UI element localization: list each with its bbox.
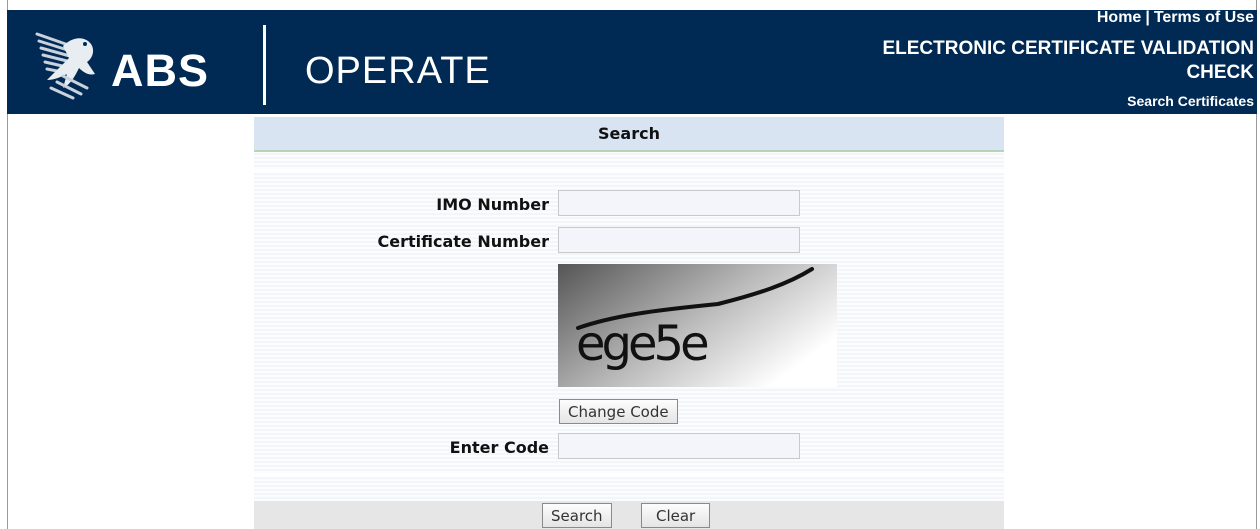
link-separator: | xyxy=(1145,9,1150,26)
search-button[interactable]: Search xyxy=(542,503,612,528)
certificate-number-input[interactable] xyxy=(558,227,800,253)
panel-spacer xyxy=(254,169,1004,173)
enter-code-input[interactable] xyxy=(558,433,800,459)
clear-button[interactable]: Clear xyxy=(641,503,711,528)
application-title-line1: ELECTRONIC CERTIFICATE VALIDATION xyxy=(882,38,1254,59)
imo-number-input[interactable] xyxy=(558,190,800,216)
abs-logo-text: ABS xyxy=(111,45,210,96)
captcha-text: ege5e xyxy=(576,316,707,372)
eagle-emblem-icon xyxy=(35,32,95,100)
site-header: ABS OPERATE Home | Terms of Use ELECTRONIC… xyxy=(7,9,1257,114)
form-actions-bar: Search Clear xyxy=(254,501,1004,529)
home-link[interactable]: Home xyxy=(1097,9,1141,26)
enter-code-label: Enter Code xyxy=(449,438,549,457)
imo-number-label: IMO Number xyxy=(436,195,549,214)
certificate-number-label: Certificate Number xyxy=(377,232,549,251)
product-name: OPERATE xyxy=(305,50,491,92)
search-panel-heading: Search xyxy=(254,117,1004,152)
search-certificates-link[interactable]: Search Certificates xyxy=(1127,93,1254,109)
application-title-line2: CHECK xyxy=(1186,62,1254,83)
captcha-image: ege5e xyxy=(558,264,837,387)
application-title: ELECTRONIC CERTIFICATE VALIDATION CHECK xyxy=(882,37,1254,85)
panel-spacer xyxy=(254,473,1004,477)
logo-divider xyxy=(263,25,266,105)
search-panel: Search IMO Number Certificate Number ege… xyxy=(254,117,1004,529)
change-code-button[interactable]: Change Code xyxy=(559,399,678,424)
top-nav-links: Home | Terms of Use xyxy=(1097,9,1254,27)
terms-of-use-link[interactable]: Terms of Use xyxy=(1154,9,1254,26)
